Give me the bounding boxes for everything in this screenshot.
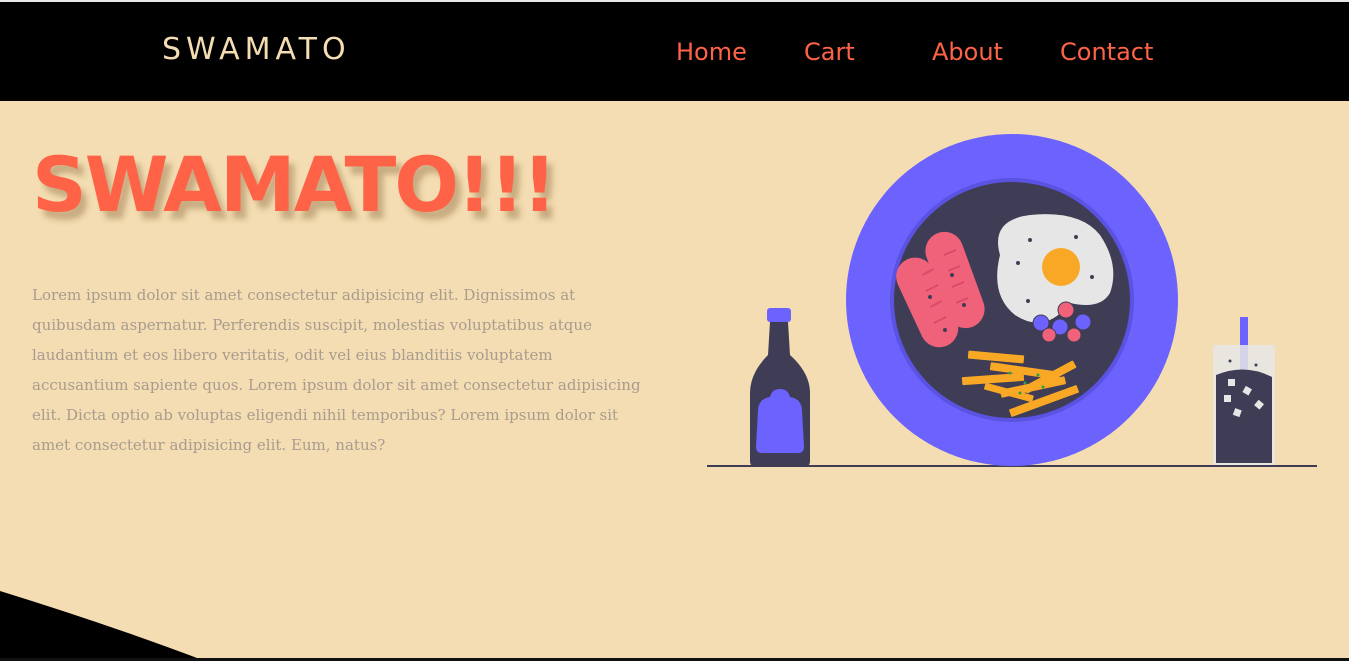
nav-link-home[interactable]: Home xyxy=(676,38,747,66)
breakfast-plate-icon xyxy=(846,134,1178,466)
soda-glass-icon xyxy=(1213,317,1275,465)
logo[interactable]: SWAMATO xyxy=(162,32,351,67)
hero-title: SWAMATO!!! xyxy=(32,140,557,229)
nav-link-cart[interactable]: Cart xyxy=(804,38,855,66)
navbar: SWAMATO Home Cart About Contact xyxy=(0,0,1349,101)
ketchup-bottle-icon xyxy=(750,308,810,467)
hero-description: Lorem ipsum dolor sit amet consectetur a… xyxy=(32,286,641,454)
nav-link-contact[interactable]: Contact xyxy=(1060,38,1153,66)
nav-link-about[interactable]: About xyxy=(932,38,1003,66)
breakfast-illustration xyxy=(707,134,1317,467)
bottom-wave xyxy=(0,591,205,661)
